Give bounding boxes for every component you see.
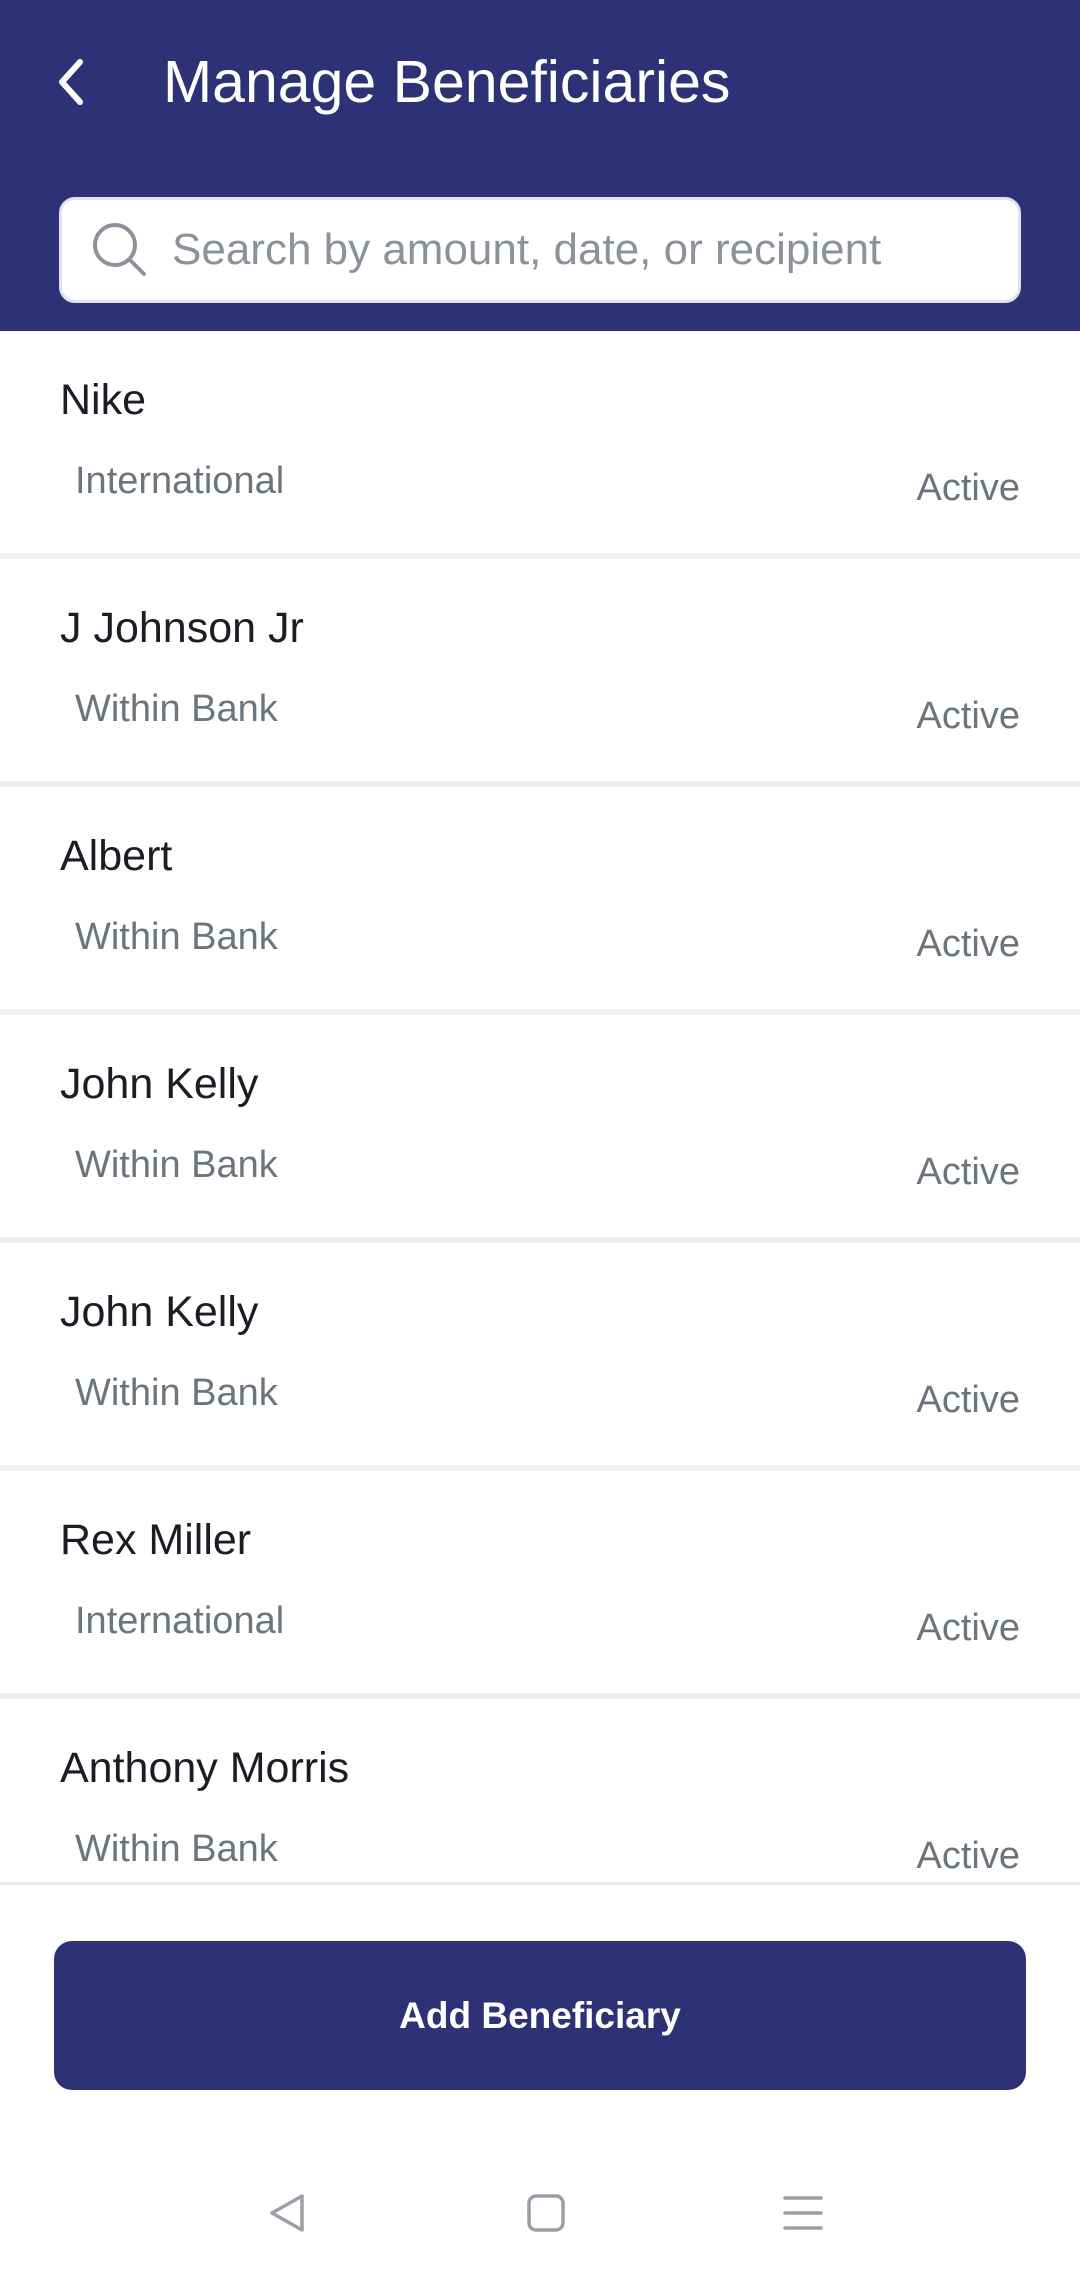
beneficiary-status: Active <box>916 695 1020 737</box>
add-beneficiary-button[interactable]: Add Beneficiary <box>54 1941 1026 2090</box>
beneficiary-type: Within Bank <box>75 916 278 958</box>
beneficiary-status: Active <box>916 1607 1020 1649</box>
beneficiary-row[interactable]: Anthony Morris Within Bank Active <box>0 1699 1080 1882</box>
beneficiary-type: International <box>75 1600 285 1642</box>
system-back-button[interactable] <box>252 2178 322 2248</box>
beneficiary-row[interactable]: Albert Within Bank Active <box>0 787 1080 1015</box>
search-icon <box>93 223 146 276</box>
beneficiary-name: Anthony Morris <box>60 1744 350 1792</box>
app-header: Manage Beneficiaries <box>0 0 1080 331</box>
list-divider <box>0 1882 1080 1885</box>
page-title: Manage Beneficiaries <box>163 49 731 115</box>
beneficiary-name: J Johnson Jr <box>60 604 304 652</box>
beneficiary-status: Active <box>916 1151 1020 1193</box>
system-navigation-bar <box>0 2150 1080 2283</box>
system-menu-button[interactable] <box>768 2178 838 2248</box>
back-button[interactable] <box>40 46 100 118</box>
beneficiary-status: Active <box>916 1379 1020 1421</box>
beneficiary-row[interactable]: Nike International Active <box>0 331 1080 559</box>
beneficiary-name: Albert <box>60 832 173 880</box>
search-bar[interactable] <box>59 197 1021 303</box>
beneficiary-status: Active <box>916 1835 1020 1877</box>
chevron-left-icon <box>59 59 83 105</box>
search-input[interactable] <box>172 200 1018 300</box>
beneficiary-type: Within Bank <box>75 688 278 730</box>
triangle-back-icon <box>270 2194 304 2232</box>
beneficiary-name: John Kelly <box>60 1288 259 1336</box>
beneficiary-name: Nike <box>60 376 147 424</box>
beneficiary-type: Within Bank <box>75 1828 278 1870</box>
beneficiary-name: Rex Miller <box>60 1516 252 1564</box>
beneficiary-type: Within Bank <box>75 1372 278 1414</box>
beneficiary-row[interactable]: John Kelly Within Bank Active <box>0 1015 1080 1243</box>
beneficiary-name: John Kelly <box>60 1060 259 1108</box>
beneficiary-type: Within Bank <box>75 1144 278 1186</box>
beneficiary-row[interactable]: John Kelly Within Bank Active <box>0 1243 1080 1471</box>
square-home-icon <box>527 2194 565 2232</box>
beneficiary-row[interactable]: J Johnson Jr Within Bank Active <box>0 559 1080 787</box>
beneficiary-status: Active <box>916 923 1020 965</box>
hamburger-menu-icon <box>783 2196 823 2230</box>
beneficiary-list: Nike International Active J Johnson Jr W… <box>0 331 1080 1882</box>
beneficiary-type: International <box>75 460 285 502</box>
beneficiary-status: Active <box>916 467 1020 509</box>
beneficiary-row[interactable]: Rex Miller International Active <box>0 1471 1080 1699</box>
system-home-button[interactable] <box>511 2178 581 2248</box>
